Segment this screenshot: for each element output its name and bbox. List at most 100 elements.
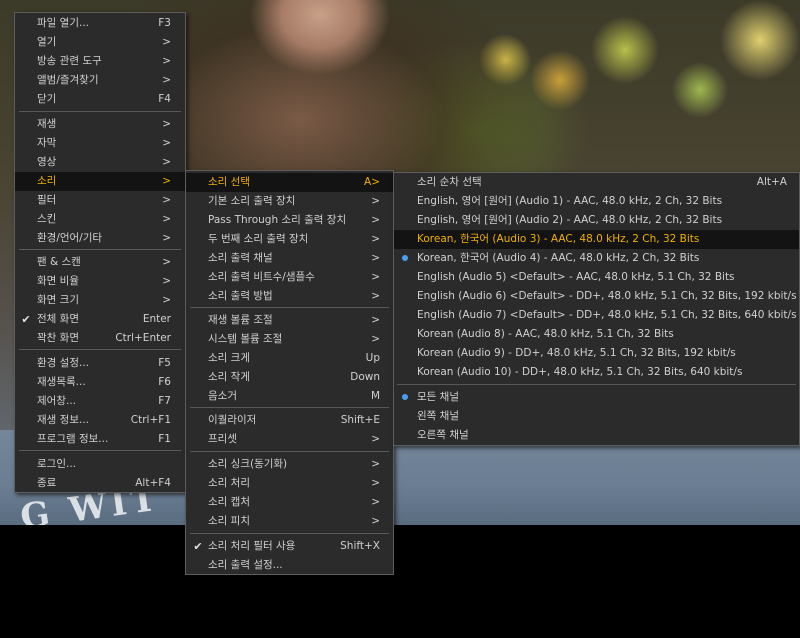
sound-menu-item-shortcut: >: [371, 458, 380, 470]
audio-menu-item[interactable]: Korean (Audio 9) - DD+, 48.0 kHz, 5.1 Ch…: [394, 344, 799, 363]
main-menu-item[interactable]: 종료 Alt+F4: [15, 474, 185, 493]
audio-menu-item[interactable]: English, 영어 [원어] (Audio 2) - AAC, 48.0 k…: [394, 211, 799, 230]
main-menu-item-shortcut: >: [162, 175, 171, 187]
sound-menu-item-label: 소리 출력 채널: [208, 252, 273, 264]
main-menu-item-label: 파일 열기...: [37, 17, 89, 29]
main-menu-item-shortcut: Ctrl+F1: [130, 414, 171, 426]
sound-menu-item-shortcut: >: [371, 333, 380, 345]
sound-menu-item-label: 소리 싱크(동기화): [208, 458, 288, 470]
sound-menu-item[interactable]: 음소거 M: [186, 387, 393, 406]
sound-menu-item[interactable]: 소리 피치 >: [186, 512, 393, 531]
audio-menu-item[interactable]: Korean, 한국어 (Audio 3) - AAC, 48.0 kHz, 2…: [394, 230, 799, 249]
sound-menu-item[interactable]: Pass Through 소리 출력 장치 >: [186, 211, 393, 230]
menu-separator: [19, 111, 181, 112]
audio-menu-item[interactable]: English, 영어 [원어] (Audio 1) - AAC, 48.0 k…: [394, 192, 799, 211]
main-menu-item[interactable]: 재생목록... F6: [15, 373, 185, 392]
main-menu-item[interactable]: 팬 & 스캔 >: [15, 253, 185, 272]
sound-menu-item-label: 기본 소리 출력 장치: [208, 195, 296, 207]
main-menu-item[interactable]: 닫기 F4: [15, 90, 185, 109]
audio-menu-item[interactable]: Korean (Audio 8) - AAC, 48.0 kHz, 5.1 Ch…: [394, 325, 799, 344]
main-menu-item[interactable]: 꽉찬 화면 Ctrl+Enter: [15, 329, 185, 348]
sound-menu-item[interactable]: 소리 캡처 >: [186, 493, 393, 512]
audio-menu-item[interactable]: 소리 순차 선택 Alt+A: [394, 173, 799, 192]
main-menu-item-label: 전체 화면: [37, 313, 79, 325]
sound-menu-item[interactable]: 소리 처리 >: [186, 474, 393, 493]
audio-menu-item-label: Korean (Audio 8) - AAC, 48.0 kHz, 5.1 Ch…: [417, 328, 674, 340]
main-menu-item[interactable]: 필터 >: [15, 191, 185, 210]
main-menu-item-shortcut: >: [162, 194, 171, 206]
sound-menu-item-label: 소리 선택: [208, 176, 250, 188]
sound-menu-item[interactable]: 소리 출력 비트수/샘플수 >: [186, 268, 393, 287]
main-menu-item-label: 팬 & 스캔: [37, 256, 81, 268]
audio-menu-item[interactable]: English (Audio 6) <Default> - DD+, 48.0 …: [394, 287, 799, 306]
audio-menu-item[interactable]: Korean, 한국어 (Audio 4) - AAC, 48.0 kHz, 2…: [394, 249, 799, 268]
main-menu-item[interactable]: 앨범/즐겨찾기 >: [15, 71, 185, 90]
sound-menu-item[interactable]: 기본 소리 출력 장치 >: [186, 192, 393, 211]
main-menu-item[interactable]: 재생 정보... Ctrl+F1: [15, 411, 185, 430]
main-menu-item[interactable]: 화면 비율 >: [15, 272, 185, 291]
main-menu-item-shortcut: F6: [158, 376, 171, 388]
sound-menu-item[interactable]: 소리 크게 Up: [186, 349, 393, 368]
main-menu-item[interactable]: 스킨 >: [15, 210, 185, 229]
main-context-menu: 파일 열기... F3 열기 > 방송 관련 도구 > 앨범/즐겨찾기 > 닫기 F4 재생 > 자막 >…: [14, 12, 186, 493]
main-menu-item[interactable]: 재생 >: [15, 115, 185, 134]
audio-menu-item[interactable]: English (Audio 5) <Default> - AAC, 48.0 …: [394, 268, 799, 287]
audio-menu-item[interactable]: 오른쪽 채널: [394, 426, 799, 445]
sound-menu-item[interactable]: 소리 출력 방법 >: [186, 287, 393, 306]
main-menu-item-shortcut: Enter: [142, 313, 171, 325]
sound-menu-item[interactable]: 소리 출력 설정...: [186, 556, 393, 575]
audio-menu-item-label: 소리 순차 선택: [417, 176, 482, 188]
sound-menu-item[interactable]: ✔ 소리 처리 필터 사용 Shift+X: [186, 537, 393, 556]
sound-menu-item[interactable]: 소리 선택 A>: [186, 173, 393, 192]
sound-menu-item[interactable]: 재생 볼륨 조절 >: [186, 311, 393, 330]
main-menu-item-label: 필터: [37, 194, 57, 206]
sound-menu-item-shortcut: >: [371, 433, 380, 445]
main-menu-item[interactable]: 화면 크기 >: [15, 291, 185, 310]
menu-separator: [19, 450, 181, 451]
audio-menu-item[interactable]: Korean (Audio 10) - DD+, 48.0 kHz, 5.1 C…: [394, 363, 799, 382]
main-menu-item-shortcut: F1: [158, 433, 171, 445]
sound-menu-item-label: 소리 출력 설정...: [208, 559, 283, 571]
sound-menu-item-shortcut: >: [371, 314, 380, 326]
sound-menu-item[interactable]: 이퀄라이저 Shift+E: [186, 411, 393, 430]
main-menu-item[interactable]: 영상 >: [15, 153, 185, 172]
check-icon: ✔: [193, 540, 203, 553]
main-menu-item[interactable]: ✔ 전체 화면 Enter: [15, 310, 185, 329]
main-menu-item[interactable]: 자막 >: [15, 134, 185, 153]
sound-menu-item[interactable]: 소리 작게 Down: [186, 368, 393, 387]
main-menu-item[interactable]: 로그인...: [15, 455, 185, 474]
main-menu-item[interactable]: 환경/언어/기타 >: [15, 229, 185, 248]
audio-menu-item[interactable]: 모든 채널: [394, 388, 799, 407]
audio-menu-item[interactable]: 왼쪽 채널: [394, 407, 799, 426]
menu-separator: [190, 307, 389, 308]
sound-menu-item-shortcut: Shift+E: [340, 414, 380, 426]
audio-menu-item[interactable]: English (Audio 7) <Default> - DD+, 48.0 …: [394, 306, 799, 325]
main-menu-item-label: 프로그램 정보...: [37, 433, 109, 445]
sound-menu-item-shortcut: >: [371, 233, 380, 245]
sound-menu-item-shortcut: >: [371, 515, 380, 527]
sound-menu-item[interactable]: 프리셋 >: [186, 430, 393, 449]
main-menu-item[interactable]: 제어창... F7: [15, 392, 185, 411]
main-menu-item-label: 재생: [37, 118, 57, 130]
sound-menu-item[interactable]: 소리 싱크(동기화) >: [186, 455, 393, 474]
sound-menu-item[interactable]: 시스템 볼륨 조절 >: [186, 330, 393, 349]
sound-menu-item-shortcut: >: [371, 477, 380, 489]
sound-submenu: 소리 선택 A> 기본 소리 출력 장치 > Pass Through 소리 출력 장치…: [185, 170, 394, 575]
main-menu-item[interactable]: 방송 관련 도구 >: [15, 52, 185, 71]
main-menu-item-label: 닫기: [37, 93, 57, 105]
main-menu-item[interactable]: 프로그램 정보... F1: [15, 430, 185, 449]
main-menu-item-label: 환경 설정...: [37, 357, 89, 369]
sound-menu-item[interactable]: 두 번째 소리 출력 장치 >: [186, 230, 393, 249]
sound-menu-item[interactable]: 소리 출력 채널 >: [186, 249, 393, 268]
menu-separator: [19, 349, 181, 350]
main-menu-item[interactable]: 환경 설정... F5: [15, 354, 185, 373]
audio-menu-item-label: English, 영어 [원어] (Audio 1) - AAC, 48.0 k…: [417, 195, 723, 207]
radio-dot-icon: [399, 249, 411, 268]
main-menu-item-shortcut: F5: [158, 357, 171, 369]
radio-dot-icon: [399, 388, 411, 407]
main-menu-item[interactable]: 파일 열기... F3: [15, 14, 185, 33]
sound-menu-item-label: 소리 캡처: [208, 496, 250, 508]
main-menu-item-shortcut: Ctrl+Enter: [115, 332, 171, 344]
main-menu-item[interactable]: 열기 >: [15, 33, 185, 52]
main-menu-item[interactable]: 소리 >: [15, 172, 185, 191]
